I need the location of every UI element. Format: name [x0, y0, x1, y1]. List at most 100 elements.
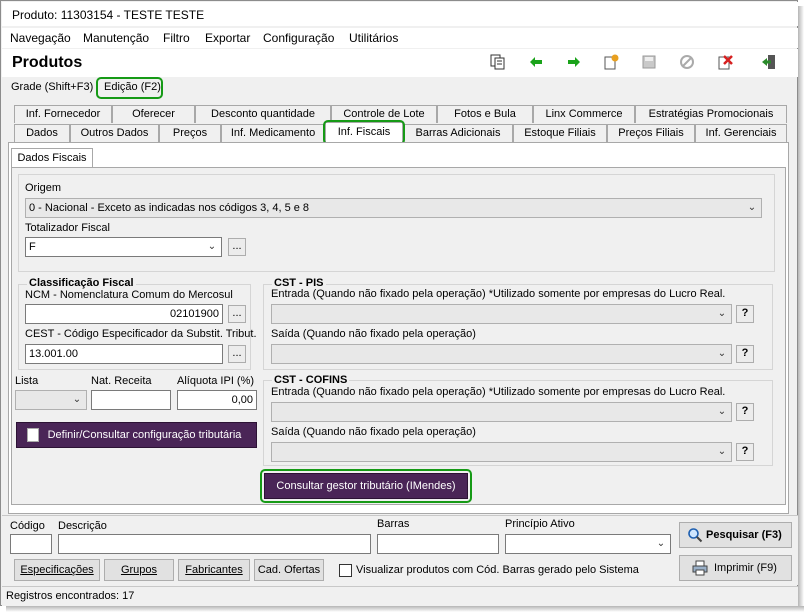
- tab-estrategias-promocionais[interactable]: Estratégias Promocionais: [635, 105, 787, 123]
- cofins-saida-label: Saída (Quando não fixado pela operação): [271, 426, 476, 438]
- menu-utilitarios[interactable]: Utilitários: [349, 31, 398, 45]
- grupos-button[interactable]: Grupos: [104, 559, 174, 581]
- nat-receita-label: Nat. Receita: [91, 375, 152, 387]
- aliquota-input[interactable]: 0,00: [177, 390, 257, 410]
- document-icon: [27, 428, 39, 442]
- highlight-consultar-gestor: [260, 469, 472, 503]
- tab-inf-medicamento[interactable]: Inf. Medicamento: [221, 124, 325, 142]
- menu-manutencao[interactable]: Manutenção: [83, 31, 149, 45]
- chevron-down-icon: ⌄: [717, 406, 727, 417]
- printer-icon: [692, 560, 708, 585]
- codigo-label: Código: [10, 520, 45, 532]
- classificacao-title: Classificação Fiscal: [27, 277, 136, 289]
- barras-input[interactable]: [377, 534, 499, 554]
- descricao-label: Descrição: [58, 520, 107, 532]
- dados-fiscais-panel: Origem 0 - Nacional - Exceto as indicada…: [11, 167, 786, 505]
- imprimir-button[interactable]: Imprimir (F9): [679, 555, 792, 581]
- pis-saida-select[interactable]: ⌄: [271, 344, 732, 364]
- tab-oferecer[interactable]: Oferecer: [112, 105, 195, 123]
- chevron-down-icon: ⌄: [207, 241, 217, 252]
- pis-entrada-label: Entrada (Quando não fixado pela operação…: [271, 288, 726, 300]
- totalizador-label: Totalizador Fiscal: [25, 222, 110, 234]
- arrow-left-icon[interactable]: [525, 53, 547, 73]
- cad-ofertas-button[interactable]: Cad. Ofertas: [254, 559, 324, 581]
- page-title: Produtos: [12, 54, 83, 71]
- nat-receita-input[interactable]: [91, 390, 171, 410]
- tab-fotos-bula[interactable]: Fotos e Bula: [437, 105, 533, 123]
- cofins-saida-select[interactable]: ⌄: [271, 442, 732, 462]
- copy-icon[interactable]: [487, 53, 509, 73]
- tab-estoque-filiais[interactable]: Estoque Filiais: [513, 124, 607, 142]
- tab-precos[interactable]: Preços: [159, 124, 221, 142]
- cofins-entrada-select[interactable]: ⌄: [271, 402, 732, 422]
- cancel-icon[interactable]: [676, 53, 698, 73]
- cod-barras-sistema-checkbox[interactable]: [339, 564, 352, 577]
- tab-barras-adicionais[interactable]: Barras Adicionais: [403, 124, 513, 142]
- search-area: Código Descrição Barras Princípio Ativo …: [2, 515, 798, 585]
- header-bar: Produtos: [2, 49, 798, 77]
- tab-dados-fiscais[interactable]: Dados Fiscais: [11, 148, 93, 168]
- cest-label: CEST - Código Especificador da Substit. …: [25, 328, 257, 340]
- main-window: Produto: 11303154 - TESTE TESTE Navegaçã…: [0, 0, 798, 606]
- pis-saida-help-button[interactable]: ?: [736, 345, 754, 363]
- tab-dados[interactable]: Dados: [14, 124, 70, 142]
- lista-select[interactable]: ⌄: [15, 390, 87, 410]
- chevron-down-icon: ⌄: [717, 446, 727, 457]
- status-bar: Registros encontrados: 17: [2, 586, 798, 606]
- window-shadow-right: [798, 6, 804, 612]
- principio-ativo-select[interactable]: ⌄: [505, 534, 671, 554]
- window-shadow-bottom: [6, 606, 804, 612]
- tab-precos-filiais[interactable]: Preços Filiais: [607, 124, 695, 142]
- tab-desconto-quantidade[interactable]: Desconto quantidade: [195, 105, 331, 123]
- menu-filtro[interactable]: Filtro: [163, 31, 190, 45]
- aliquota-label: Alíquota IPI (%): [177, 375, 255, 387]
- totalizador-lookup-button[interactable]: ...: [228, 238, 246, 256]
- definir-config-tributaria-button[interactable]: Definir/Consultar configuração tributári…: [16, 422, 257, 448]
- chevron-down-icon: ⌄: [656, 538, 666, 549]
- highlight-edicao: [96, 77, 163, 99]
- chevron-down-icon: ⌄: [717, 308, 727, 319]
- origem-group: [18, 174, 775, 272]
- tab-outros-dados[interactable]: Outros Dados: [70, 124, 159, 142]
- barras-label: Barras: [377, 518, 410, 530]
- fabricantes-button[interactable]: Fabricantes: [178, 559, 250, 581]
- tab-inf-gerenciais[interactable]: Inf. Gerenciais: [695, 124, 787, 142]
- menu-exportar[interactable]: Exportar: [205, 31, 250, 45]
- codigo-input[interactable]: [10, 534, 52, 554]
- pis-saida-label: Saída (Quando não fixado pela operação): [271, 328, 476, 340]
- mode-tabs: Grade (Shift+F3) Edição (F2): [2, 77, 798, 101]
- pis-entrada-help-button[interactable]: ?: [736, 305, 754, 323]
- pesquisar-button[interactable]: Pesquisar (F3): [679, 522, 792, 548]
- new-icon[interactable]: [600, 53, 622, 73]
- cest-input[interactable]: 13.001.00: [25, 344, 223, 364]
- lista-label: Lista: [15, 375, 39, 387]
- cofins-entrada-help-button[interactable]: ?: [736, 403, 754, 421]
- arrow-right-icon[interactable]: [563, 53, 585, 73]
- ncm-lookup-button[interactable]: ...: [228, 305, 246, 323]
- cofins-saida-help-button[interactable]: ?: [736, 443, 754, 461]
- menu-navegacao[interactable]: Navegação: [10, 31, 71, 45]
- exit-icon[interactable]: [758, 53, 780, 73]
- save-icon[interactable]: [638, 53, 660, 73]
- cst-cofins-title: CST - COFINS: [272, 374, 350, 386]
- cest-lookup-button[interactable]: ...: [228, 345, 246, 363]
- delete-icon[interactable]: [714, 53, 736, 73]
- chevron-down-icon: ⌄: [717, 348, 727, 359]
- registros-count: Registros encontrados: 17: [6, 590, 135, 602]
- menu-bar: Navegação Manutenção Filtro Exportar Con…: [2, 28, 798, 48]
- ncm-input[interactable]: 02101900: [25, 304, 223, 324]
- tab-grade[interactable]: Grade (Shift+F3): [11, 81, 93, 93]
- totalizador-select[interactable]: F ⌄: [25, 237, 222, 257]
- cofins-entrada-label: Entrada (Quando não fixado pela operação…: [271, 386, 726, 398]
- tab-linx-commerce[interactable]: Linx Commerce: [533, 105, 635, 123]
- window-title: Produto: 11303154 - TESTE TESTE: [2, 2, 798, 26]
- search-icon: [687, 527, 703, 552]
- especificacoes-button[interactable]: Especificações: [14, 559, 100, 581]
- chevron-down-icon: ⌄: [72, 394, 82, 405]
- chevron-down-icon: ⌄: [747, 202, 757, 213]
- descricao-input[interactable]: [58, 534, 371, 554]
- menu-configuracao[interactable]: Configuração: [263, 31, 334, 45]
- pis-entrada-select[interactable]: ⌄: [271, 304, 732, 324]
- tab-inf-fornecedor[interactable]: Inf. Fornecedor: [14, 105, 112, 123]
- origem-select[interactable]: 0 - Nacional - Exceto as indicadas nos c…: [25, 198, 762, 218]
